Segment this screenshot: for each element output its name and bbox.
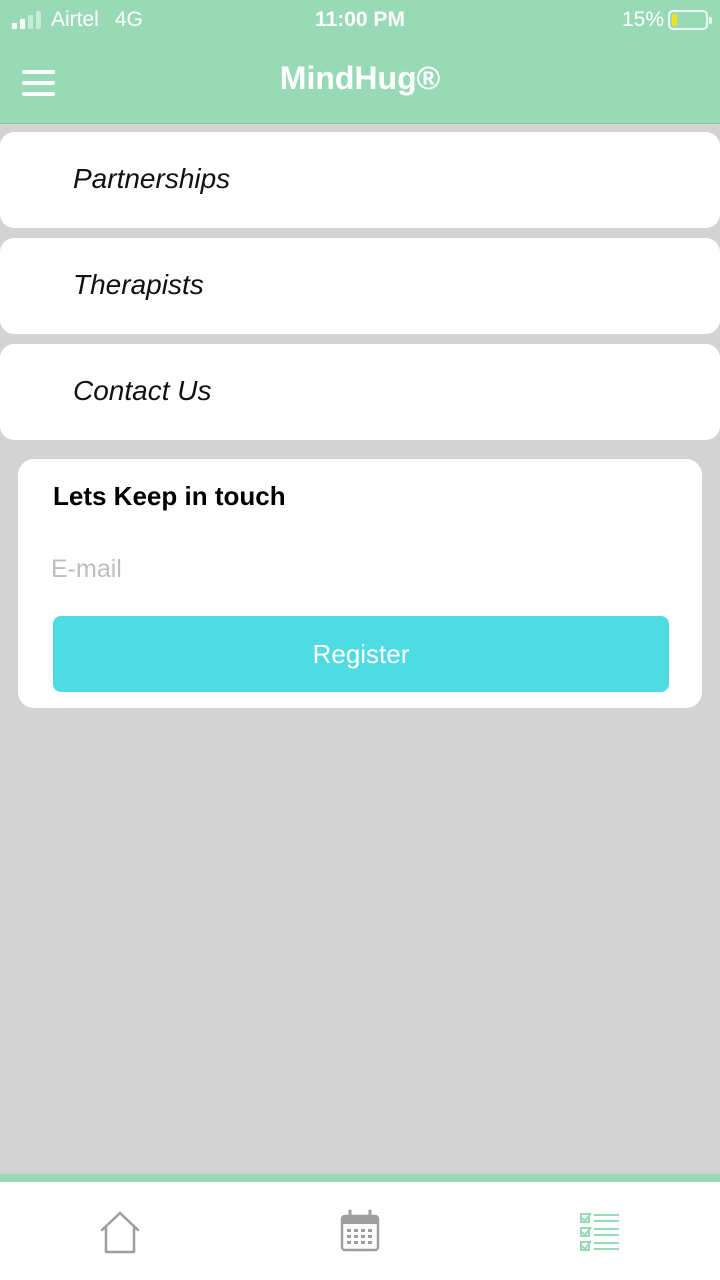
status-time: 11:00 PM bbox=[315, 8, 405, 31]
battery-percent: 15% bbox=[621, 8, 664, 31]
status-right: 15% bbox=[621, 8, 712, 32]
battery-cap bbox=[709, 17, 712, 24]
newsletter-heading: Lets Keep in touch bbox=[53, 481, 286, 511]
status-bar: Airtel 4G 11:00 PM 15% bbox=[0, 0, 720, 40]
calendar-icon[interactable] bbox=[330, 1202, 390, 1262]
menu-item-label: Therapists bbox=[73, 269, 204, 300]
menu-item-contact-us[interactable]: Contact Us bbox=[0, 344, 720, 440]
app-header: MindHug® bbox=[0, 40, 720, 124]
bottom-tab-bar bbox=[0, 1174, 720, 1280]
newsletter-card: Lets Keep in touch Register bbox=[18, 459, 702, 708]
app-title: MindHug® bbox=[279, 60, 441, 96]
checklist-icon[interactable] bbox=[570, 1202, 630, 1262]
menu-item-label: Partnerships bbox=[73, 163, 231, 194]
email-field[interactable] bbox=[51, 547, 667, 591]
home-icon[interactable] bbox=[90, 1202, 150, 1262]
register-button[interactable]: Register bbox=[53, 616, 669, 692]
menu-item-label: Contact Us bbox=[73, 375, 212, 406]
battery-icon bbox=[668, 10, 712, 30]
battery-fill bbox=[672, 14, 677, 26]
menu-item-therapists[interactable]: Therapists bbox=[0, 238, 720, 334]
menu-item-partnerships[interactable]: Partnerships bbox=[0, 132, 720, 228]
